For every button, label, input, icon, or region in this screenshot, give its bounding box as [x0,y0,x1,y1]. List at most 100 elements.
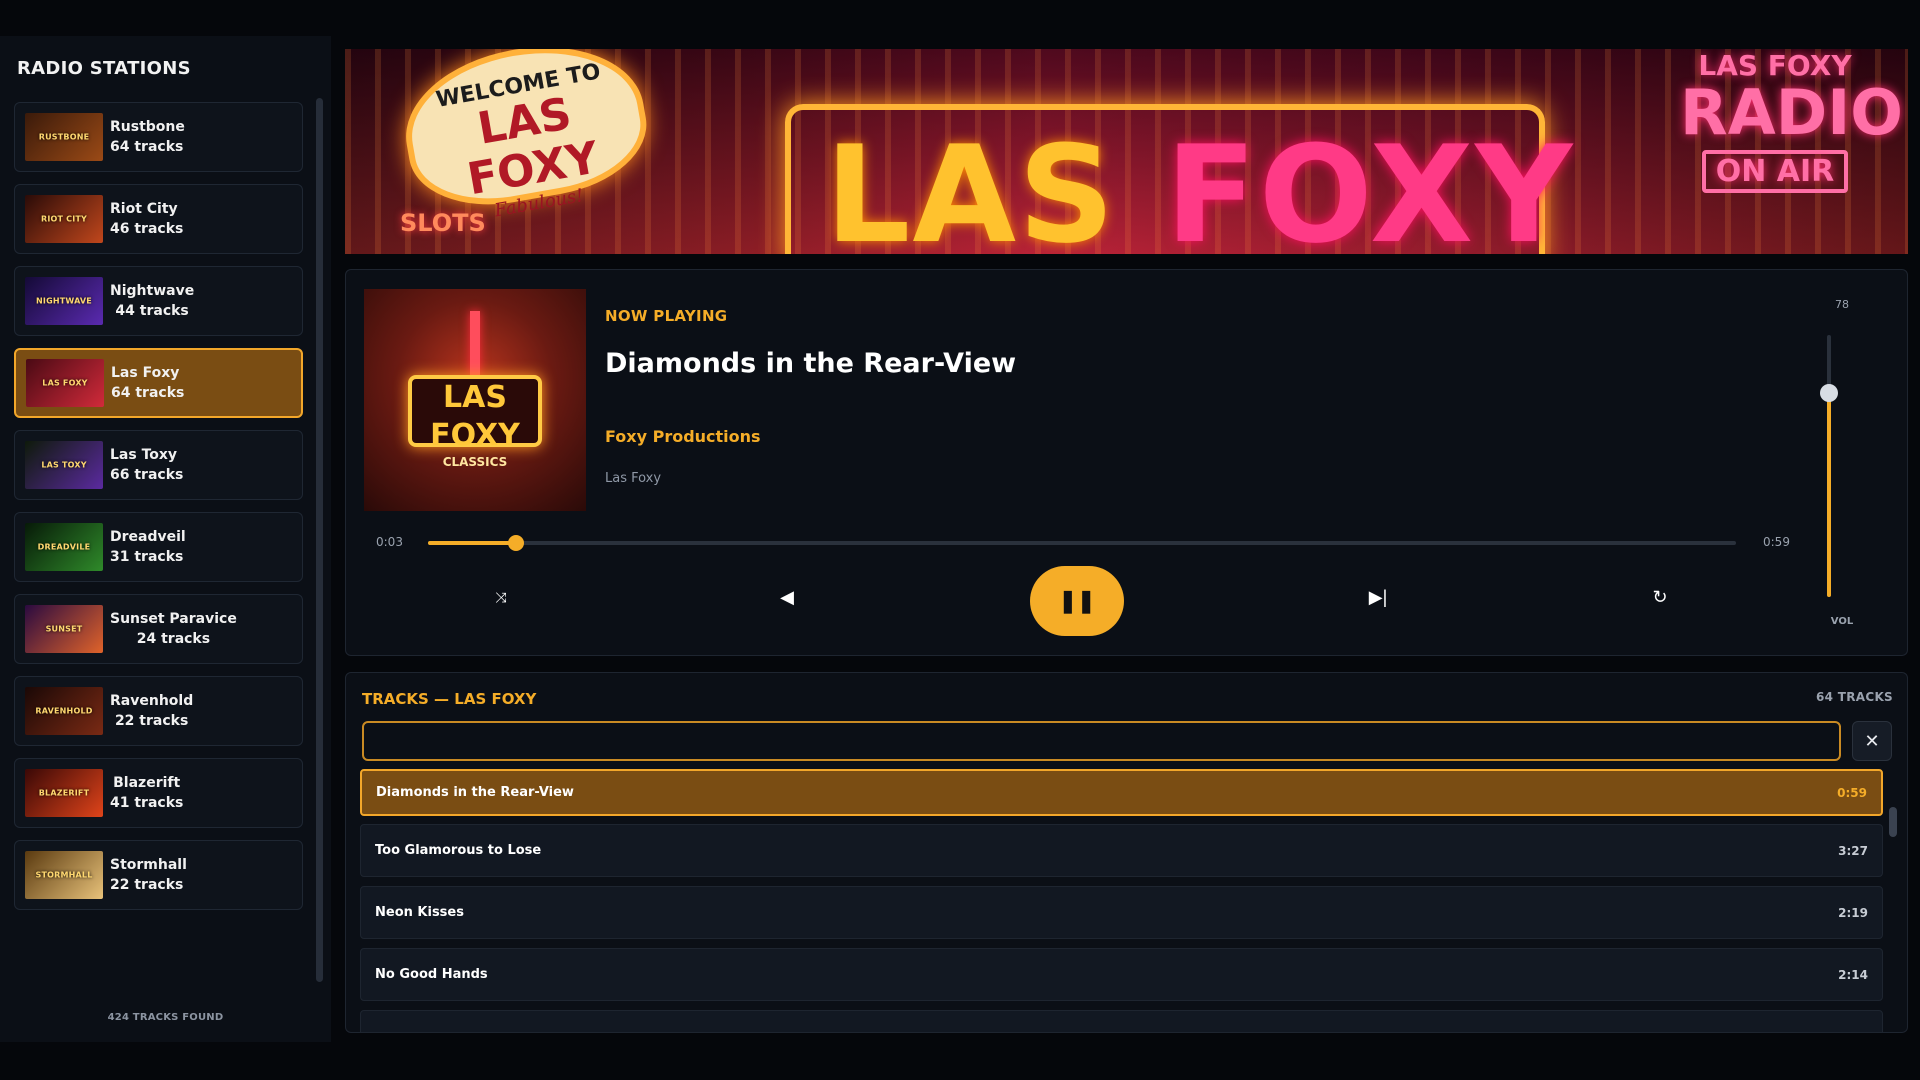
station-item-las-toxy[interactable]: LAS TOXY Las Toxy 66 tracks [14,430,303,500]
station-text: Sunset Paravice 24 tracks [110,609,237,649]
tracks-found-count: 424 TRACKS FOUND [107,1012,224,1023]
track-row[interactable]: No Good Hands 2:14 [360,948,1883,1001]
track-row-duration: 0:59 [1837,785,1867,800]
station-item-stormhall[interactable]: STORMHALL Stormhall 22 tracks [14,840,303,910]
station-thumbnail: RIOT CITY [25,195,103,243]
station-item-sunset-paravice[interactable]: SUNSET Sunset Paravice 24 tracks [14,594,303,664]
station-item-las-foxy[interactable]: LAS FOXY Las Foxy 64 tracks [14,348,303,418]
now-playing-panel: LAS FOXY CLASSICS NOW PLAYING Diamonds i… [345,269,1908,656]
clear-search-button[interactable]: ✕ [1852,721,1892,761]
thumb-label: LAS FOXY [42,378,88,388]
station-thumbnail: LAS FOXY [26,359,104,407]
station-text: Rustbone 64 tracks [110,117,185,157]
radio-tower-icon [470,311,480,377]
station-name: Riot City [110,201,178,217]
track-list-scrollbar[interactable] [1889,807,1897,837]
station-thumbnail: NIGHTWAVE [25,277,103,325]
track-list-heading: TRACKS — LAS FOXY [362,690,537,708]
volume-label: VOL [1830,616,1854,627]
track-count: 64 TRACKS [1815,690,1893,704]
station-item-ravenhold[interactable]: RAVENHOLD Ravenhold 22 tracks [14,676,303,746]
station-item-rustbone[interactable]: RUSTBONE Rustbone 64 tracks [14,102,303,172]
track-row-partial[interactable] [360,1010,1883,1032]
thumb-label: DREADVILE [37,542,91,552]
station-thumbnail: BLAZERIFT [25,769,103,817]
sidebar-title: RADIO STATIONS [17,58,191,79]
station-thumbnail: LAS TOXY [25,441,103,489]
volume-fill [1827,392,1831,597]
station-item-nightwave[interactable]: NIGHTWAVE Nightwave 44 tracks [14,266,303,336]
track-name: Too Glamorous to Lose [375,843,542,858]
track-name: No Good Hands [375,967,488,982]
repeat-icon: ↻ [1652,586,1668,607]
station-count: 66 tracks [110,467,184,483]
station-text: Riot City 46 tracks [110,199,183,239]
station-name: Las Foxy [111,365,180,381]
current-time: 0:03 [376,535,403,549]
track-title: Diamonds in the Rear-View [605,348,1017,379]
thumb-label: LAS TOXY [41,460,87,470]
track-search-input[interactable] [362,721,1841,761]
station-text: Ravenhold 22 tracks [110,691,193,731]
album-art-title: LAS FOXY [430,380,520,453]
station-item-riot-city[interactable]: RIOT CITY Riot City 46 tracks [14,184,303,254]
banner-logo-word1: LAS [825,117,1117,254]
repeat-button[interactable]: ↻ [1645,582,1675,612]
station-count: 24 tracks [136,631,211,647]
volume-value: 78 [1835,298,1849,311]
thumb-label: RIOT CITY [40,214,88,224]
banner-logo-word2: FOXY [1165,117,1575,254]
track-row[interactable]: Neon Kisses 2:19 [360,886,1883,939]
on-air-sign: ON AIR [1701,150,1849,193]
next-button[interactable]: ▶| [1361,580,1395,614]
volume-handle[interactable] [1820,383,1838,402]
pause-icon: ❚❚ [1058,588,1096,613]
shuffle-icon: ⤨ [495,588,507,605]
station-name: Dreadveil [110,529,186,545]
track-list: Diamonds in the Rear-View 0:59 Too Glamo… [360,769,1883,1032]
station-item-blazerift[interactable]: BLAZERIFT Blazerift 41 tracks [14,758,303,828]
station-name: Blazerift [113,775,181,791]
station-thumbnail: RAVENHOLD [25,687,103,735]
track-row-duration: 3:27 [1838,843,1868,858]
sidebar-scrollbar[interactable] [316,98,323,982]
station-name: Stormhall [110,857,187,873]
shuffle-button[interactable]: ⤨ [486,582,516,612]
skip-next-icon: ▶| [1368,586,1388,607]
volume-slider[interactable] [1820,335,1838,597]
thumb-label: STORMHALL [35,870,93,880]
progress-bar[interactable] [428,535,1736,551]
station-name: Ravenhold [110,693,194,709]
thumb-label: RAVENHOLD [35,706,93,716]
track-row[interactable]: Too Glamorous to Lose 3:27 [360,824,1883,877]
now-playing-label: NOW PLAYING [605,307,728,325]
station-count: 44 tracks [115,303,189,319]
thumb-label: RUSTBONE [38,132,90,142]
station-thumbnail: SUNSET [25,605,103,653]
progress-handle[interactable] [507,535,524,551]
station-list: RUSTBONE Rustbone 64 tracks RIOT CITY Ri… [14,102,303,922]
station-thumbnail: DREADVILE [25,523,103,571]
station-text: Dreadveil 31 tracks [110,527,186,567]
track-artist: Foxy Productions [605,427,761,446]
close-icon: ✕ [1864,730,1880,751]
track-list-panel: TRACKS — LAS FOXY 64 TRACKS ✕ Diamonds i… [345,672,1908,1033]
thumb-label: BLAZERIFT [38,788,90,798]
station-count: 64 tracks [110,139,184,155]
pause-button[interactable]: ❚❚ [1030,566,1124,636]
station-thumbnail: STORMHALL [25,851,103,899]
radio-sign-main: RADIO [1680,76,1903,149]
track-row-duration: 2:14 [1838,967,1868,982]
previous-button[interactable]: ◀ [770,580,804,614]
track-row[interactable]: Diamonds in the Rear-View 0:59 [360,769,1883,816]
station-text: Nightwave 44 tracks [110,281,194,321]
station-item-dreadveil[interactable]: DREADVILE Dreadveil 31 tracks [14,512,303,582]
station-thumbnail: RUSTBONE [25,113,103,161]
station-count: 64 tracks [111,385,185,401]
station-name: Nightwave [110,283,195,299]
progress-fill [428,541,516,545]
station-text: Blazerift 41 tracks [110,773,183,813]
station-banner: WELCOME TO LAS FOXY Fabulous! SLOTS LAS … [345,49,1908,254]
thumb-label: SUNSET [45,624,83,634]
station-count: 31 tracks [110,549,184,565]
